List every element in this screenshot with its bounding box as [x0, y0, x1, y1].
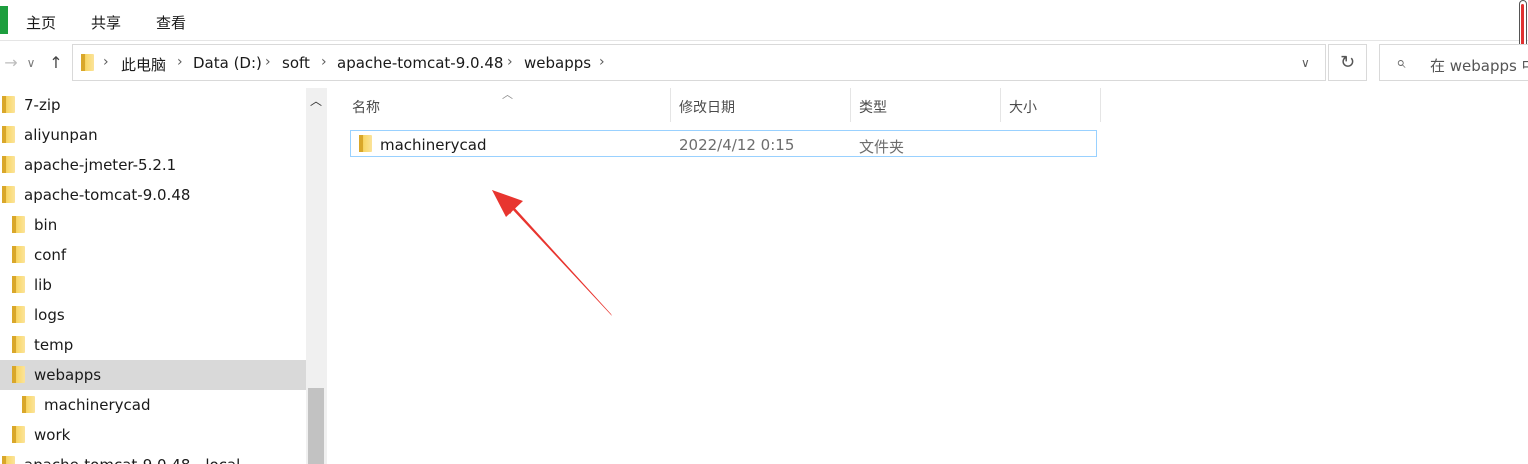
sidebar-item-aliyunpan[interactable]: aliyunpan [0, 120, 306, 150]
folder-icon [12, 306, 25, 323]
sidebar-item-work[interactable]: work [0, 420, 306, 450]
folder-icon [359, 135, 372, 152]
arrow-right-icon: → [4, 53, 18, 72]
folder-icon [12, 426, 25, 443]
tab-share[interactable]: 共享 [91, 12, 121, 33]
search-input[interactable]: ⌕ 在 webapps 中 [1379, 44, 1528, 81]
sidebar-item-tomcat-local[interactable]: apache-tomcat-9.0.48 - local [0, 450, 306, 464]
refresh-button[interactable]: ↻ [1328, 44, 1367, 81]
sidebar-item-label: 7-zip [24, 96, 61, 114]
chevron-right-icon: › [599, 54, 605, 70]
sidebar-item-label: bin [34, 216, 58, 234]
breadcrumb-drive[interactable]: Data (D:) [193, 54, 262, 72]
search-icon: ⌕ [1396, 53, 1406, 73]
tab-home[interactable]: 主页 [26, 12, 56, 33]
folder-icon [81, 54, 94, 71]
sidebar-item-logs[interactable]: logs [0, 300, 306, 330]
chevron-up-icon[interactable]: ︿ [306, 92, 326, 109]
navigation-pane: 7-zip aliyunpan apache-jmeter-5.2.1 apac… [0, 88, 306, 464]
chevron-right-icon: › [177, 54, 183, 70]
sidebar-scrollbar[interactable]: ︿ [306, 88, 326, 464]
arrow-up-icon: ↑ [49, 53, 63, 72]
folder-icon [2, 186, 15, 203]
folder-icon [2, 456, 15, 464]
scrollbar-thumb[interactable] [308, 388, 324, 464]
folder-icon [2, 156, 15, 173]
column-header-size[interactable]: 大小 [1001, 88, 1101, 122]
breadcrumb-soft[interactable]: soft [282, 54, 310, 72]
chevron-down-icon[interactable]: ∨ [1301, 56, 1310, 70]
pane-divider[interactable] [326, 88, 327, 464]
sidebar-item-label: logs [34, 306, 65, 324]
refresh-icon: ↻ [1339, 52, 1356, 73]
recent-locations-button[interactable]: ∨ [20, 52, 42, 74]
folder-icon [12, 366, 25, 383]
ribbon [0, 0, 1528, 41]
sidebar-item-label: webapps [34, 366, 102, 384]
up-button[interactable]: ↑ [45, 52, 67, 74]
sidebar-item-label: apache-tomcat-9.0.48 - local [24, 456, 240, 464]
folder-icon [2, 96, 15, 113]
breadcrumb-tomcat[interactable]: apache-tomcat-9.0.48 [337, 54, 503, 72]
back-button[interactable]: → [0, 52, 22, 74]
breadcrumb-webapps[interactable]: webapps [524, 54, 591, 72]
folder-icon [12, 276, 25, 293]
file-modified: 2022/4/12 0:15 [679, 136, 795, 154]
address-bar[interactable]: › 此电脑 › Data (D:) › soft › apache-tomcat… [72, 44, 1326, 81]
chevron-right-icon: › [507, 54, 513, 70]
tab-view[interactable]: 查看 [156, 12, 186, 33]
sidebar-item-label: apache-jmeter-5.2.1 [24, 156, 177, 174]
sidebar-item-label: lib [34, 276, 52, 294]
file-row-machinerycad[interactable]: machinerycad 2022/4/12 0:15 文件夹 [350, 130, 1097, 157]
chevron-right-icon: › [265, 54, 271, 70]
sidebar-item-jmeter[interactable]: apache-jmeter-5.2.1 [0, 150, 306, 180]
file-type: 文件夹 [859, 138, 905, 156]
folder-icon [12, 216, 25, 233]
folder-icon [22, 396, 35, 413]
column-header-type[interactable]: 类型 [851, 88, 1001, 122]
folder-icon [2, 126, 15, 143]
breadcrumb-this-pc[interactable]: 此电脑 [121, 54, 166, 75]
sidebar-item-machinerycad[interactable]: machinerycad [0, 390, 306, 420]
chevron-right-icon: › [103, 54, 109, 70]
sidebar-item-webapps[interactable]: webapps [0, 360, 306, 390]
column-header-modified[interactable]: 修改日期 [671, 88, 851, 122]
sidebar-item-conf[interactable]: conf [0, 240, 306, 270]
sidebar-item-label: machinerycad [44, 396, 151, 414]
sidebar-item-lib[interactable]: lib [0, 270, 306, 300]
column-header-name[interactable]: 名称 [344, 88, 671, 122]
sidebar-item-label: conf [34, 246, 67, 264]
sidebar-item-7zip[interactable]: 7-zip [0, 90, 306, 120]
sidebar-item-temp[interactable]: temp [0, 330, 306, 360]
annotation-arrow [492, 190, 612, 316]
file-tab-marker[interactable] [0, 6, 8, 34]
sidebar-item-label: apache-tomcat-9.0.48 [24, 186, 191, 204]
folder-icon [12, 246, 25, 263]
folder-icon [12, 336, 25, 353]
sidebar-item-label: work [34, 426, 71, 444]
search-placeholder: 在 webapps 中 [1430, 57, 1528, 75]
sidebar-item-label: aliyunpan [24, 126, 98, 144]
chevron-down-icon: ∨ [26, 56, 36, 70]
file-name: machinerycad [380, 136, 487, 154]
sidebar-item-bin[interactable]: bin [0, 210, 306, 240]
chevron-right-icon: › [321, 54, 327, 70]
sidebar-item-label: temp [34, 336, 74, 354]
sidebar-item-tomcat[interactable]: apache-tomcat-9.0.48 [0, 180, 306, 210]
